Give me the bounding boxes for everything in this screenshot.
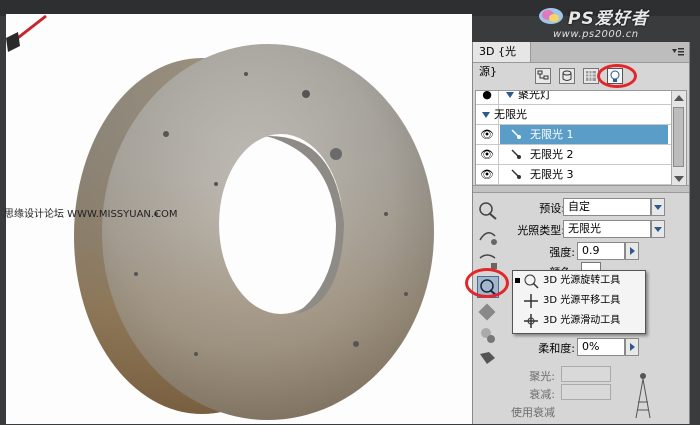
scroll-thumb[interactable]: [673, 107, 684, 167]
3d-lights-panel: 3D {光源} ● 聚光灯 无限光 👁 无限光 1 👁 无限光 2 👁 无限光 …: [465, 42, 690, 425]
visibility-eye-icon[interactable]: 👁: [476, 145, 499, 164]
light-type-dropdown-icon[interactable]: [651, 220, 665, 238]
light-slide-icon: [523, 313, 539, 329]
highlight-circle: [597, 64, 637, 88]
light-tools-flyout: 3D 光源旋转工具 3D 光源平移工具 3D 光源滑动工具: [512, 270, 646, 334]
layer-label: 无限光: [494, 108, 527, 121]
brand-text: PS爱好者: [568, 8, 649, 29]
visibility-eye-icon[interactable]: 👁: [476, 125, 499, 144]
spotlight-cone-icon: [633, 372, 653, 425]
light-pan-icon: [523, 293, 539, 309]
panel-divider[interactable]: [473, 185, 689, 193]
light-rotate-tool-icon[interactable]: [477, 200, 499, 222]
delete-light-icon[interactable]: [477, 302, 499, 324]
softness-input[interactable]: 0%: [577, 338, 625, 356]
light-direction-gizmo[interactable]: [6, 14, 52, 62]
softness-slider-icon[interactable]: [625, 338, 639, 356]
preset-label: 预设:: [539, 202, 565, 215]
layer-row-infinite-1[interactable]: 👁 无限光 1: [476, 125, 672, 145]
flyout-label: 3D 光源旋转工具: [543, 275, 621, 286]
layer-label: 无限光 3: [530, 168, 574, 181]
light-type-label: 光照类型:: [517, 224, 565, 237]
selected-bullet-icon: [515, 278, 520, 283]
preset-select[interactable]: 自定: [563, 198, 651, 216]
hotspot-label: 聚光:: [529, 370, 555, 383]
flyout-item-slide[interactable]: 3D 光源滑动工具: [513, 311, 645, 331]
layer-row-infinite-2[interactable]: 👁 无限光 2: [476, 145, 672, 165]
light-sphere-icon[interactable]: [477, 324, 499, 346]
visibility-eye-icon[interactable]: 👁: [476, 165, 499, 184]
watermark-text: 思缘设计论坛 WWW.MISSYUAN.COM: [4, 209, 178, 220]
layer-list-scrollbar[interactable]: [671, 91, 686, 186]
visibility-eye-icon[interactable]: ●: [476, 91, 499, 104]
hotspot-input: [561, 366, 611, 382]
layer-row-spot-group[interactable]: ● 聚光灯: [476, 90, 672, 105]
brand-logo-icon: [539, 8, 563, 24]
site-url: www.ps2000.cn: [553, 29, 639, 40]
flyout-label: 3D 光源滑动工具: [543, 315, 621, 326]
scroll-up-icon[interactable]: [674, 95, 684, 101]
expand-triangle-icon[interactable]: [506, 92, 514, 98]
intensity-input[interactable]: 0.9: [577, 242, 625, 260]
tab-3d-lights[interactable]: 3D {光源}: [473, 42, 531, 78]
highlight-circle-tool: [465, 268, 509, 298]
light-layer-list: ● 聚光灯 无限光 👁 无限光 1 👁 无限光 2 👁 无限光 3: [475, 90, 687, 187]
layer-row-infinite-group[interactable]: 无限光: [476, 105, 672, 125]
light-type-select[interactable]: 无限光: [563, 220, 651, 238]
use-attenuation-label: 使用衰减: [511, 406, 555, 419]
brand-logo: PS爱好者: [538, 4, 649, 29]
flyout-item-pan[interactable]: 3D 光源平移工具: [513, 291, 645, 311]
intensity-label: 强度:: [549, 246, 575, 259]
scroll-down-icon[interactable]: [674, 176, 684, 182]
softness-label: 柔和度:: [538, 342, 575, 355]
intensity-slider-icon[interactable]: [625, 242, 639, 260]
scene-filter-icon[interactable]: [535, 68, 551, 84]
layer-label: 无限光 2: [530, 148, 574, 161]
expand-triangle-icon[interactable]: [482, 112, 490, 118]
layer-label: 聚光灯: [518, 90, 551, 101]
falloff-input: [561, 384, 611, 400]
panel-menu-icon[interactable]: [671, 46, 685, 58]
flyout-label: 3D 光源平移工具: [543, 295, 621, 306]
light-guides-icon[interactable]: [477, 346, 499, 368]
new-spot-light-icon[interactable]: [477, 226, 499, 248]
filter-bar: [473, 64, 689, 92]
mesh-filter-icon[interactable]: [559, 68, 575, 84]
preset-dropdown-icon[interactable]: [651, 198, 665, 216]
flyout-item-rotate[interactable]: 3D 光源旋转工具: [513, 271, 645, 291]
layer-label: 无限光 1: [530, 128, 574, 141]
light-icon: [510, 128, 522, 143]
light-rotate-icon: [523, 273, 539, 289]
light-icon: [510, 168, 522, 183]
falloff-label: 衰减:: [529, 388, 555, 401]
layer-row-infinite-3[interactable]: 👁 无限光 3: [476, 165, 672, 185]
light-icon: [510, 148, 522, 163]
